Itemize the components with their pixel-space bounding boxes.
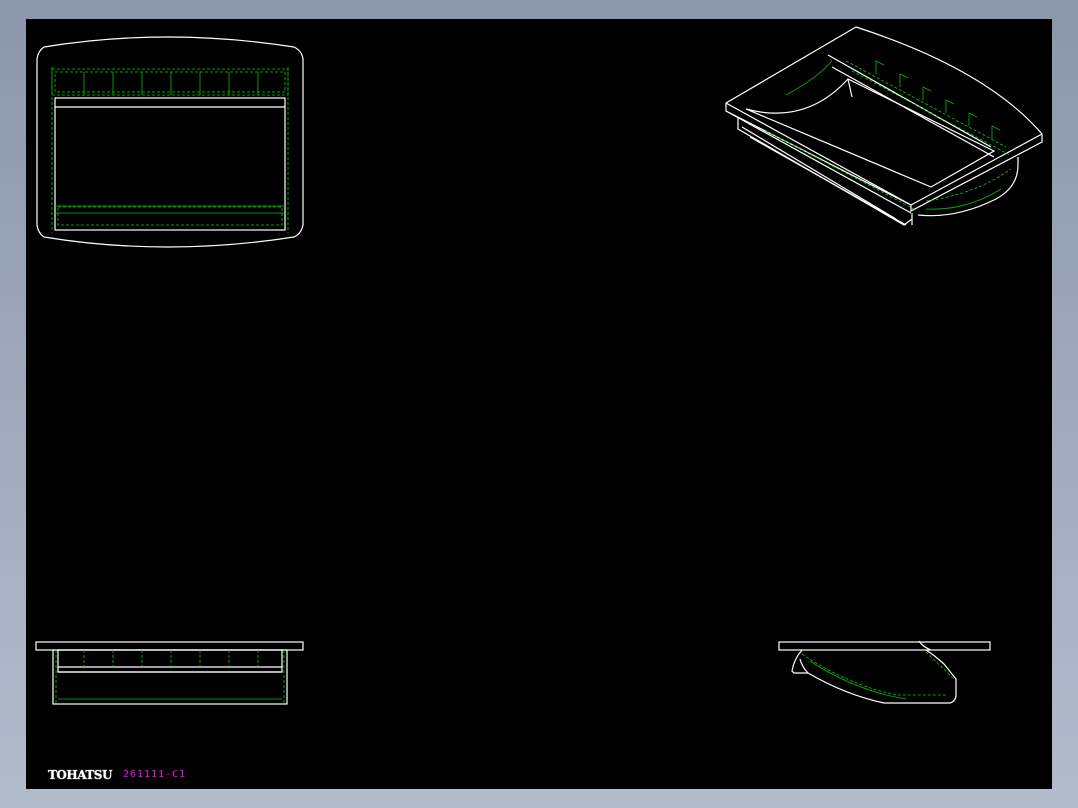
side-view	[778, 640, 991, 704]
isometric-view	[725, 26, 1043, 226]
cad-drawing	[35, 26, 1043, 705]
tohatsu-logo: TOHATSU	[48, 768, 112, 782]
iso-ribs	[845, 60, 1011, 156]
part-number-label: 261111-C1	[123, 769, 187, 780]
front-view	[35, 641, 304, 705]
drawing-viewport[interactable]: TOHATSU 261111-C1	[26, 19, 1052, 789]
top-view	[36, 36, 304, 248]
front-ribs	[83, 650, 259, 667]
rib-cells	[83, 72, 259, 95]
